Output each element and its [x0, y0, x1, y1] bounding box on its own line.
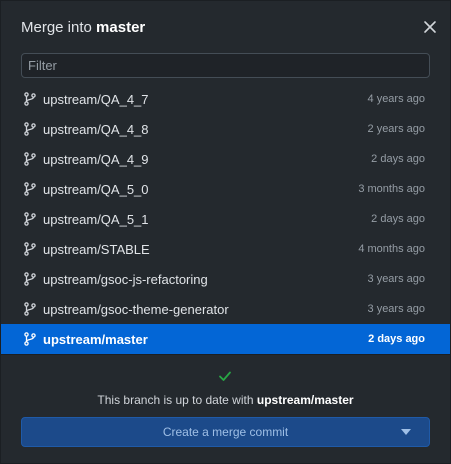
target-branch: master [96, 19, 146, 36]
branch-name: upstream/QA_4_9 [43, 152, 149, 167]
filter-input[interactable] [21, 53, 430, 78]
branch-age: 2 days ago [371, 153, 425, 165]
branch-name: upstream/QA_4_7 [43, 92, 149, 107]
branch-age: 3 months ago [358, 183, 425, 195]
git-branch-icon [23, 302, 37, 316]
branch-age: 2 days ago [371, 213, 425, 225]
status-text: This branch is up to date with upstream/… [1, 393, 450, 407]
git-branch-icon [23, 332, 37, 346]
status-branch: upstream/master [256, 393, 354, 407]
branch-row[interactable]: upstream/gsoc-theme-generator 3 years ago [1, 294, 450, 324]
dialog-header: Merge into master [1, 1, 450, 53]
branch-age: 3 years ago [367, 303, 425, 315]
title-prefix: Merge into [21, 19, 92, 36]
branch-name: upstream/QA_5_1 [43, 212, 149, 227]
merge-dialog: Merge into master upstream/QA_4_7 4 years… [0, 0, 451, 464]
branch-name: upstream/gsoc-theme-generator [43, 302, 229, 317]
git-branch-icon [23, 242, 37, 256]
branch-age: 4 years ago [367, 93, 425, 105]
branch-age: 3 years ago [367, 273, 425, 285]
branch-name: upstream/gsoc-js-refactoring [43, 272, 208, 287]
branch-row[interactable]: upstream/QA_4_9 2 days ago [1, 144, 450, 174]
branch-row[interactable]: upstream/STABLE 4 months ago [1, 234, 450, 264]
git-branch-icon [23, 152, 37, 166]
create-merge-commit-button[interactable]: Create a merge commit [21, 417, 430, 447]
branch-age: 4 months ago [358, 243, 425, 255]
branch-name: upstream/STABLE [43, 242, 150, 257]
dialog-title: Merge into master [21, 19, 145, 36]
branch-row[interactable]: upstream/master 2 days ago [1, 324, 450, 354]
branch-age: 2 years ago [367, 123, 425, 135]
git-branch-icon [23, 272, 37, 286]
branch-age: 2 days ago [368, 333, 425, 345]
branch-list: upstream/QA_4_7 4 years ago upstream/QA_4_… [1, 84, 450, 354]
git-branch-icon [23, 182, 37, 196]
git-branch-icon [23, 122, 37, 136]
caret-down-icon[interactable] [401, 429, 411, 435]
close-icon[interactable] [422, 19, 438, 35]
git-branch-icon [23, 212, 37, 226]
branch-row[interactable]: upstream/QA_5_0 3 months ago [1, 174, 450, 204]
branch-row[interactable]: upstream/gsoc-js-refactoring 3 years ago [1, 264, 450, 294]
branch-row[interactable]: upstream/QA_4_7 4 years ago [1, 84, 450, 114]
merge-button-label: Create a merge commit [162, 425, 289, 439]
status-prefix: This branch is up to date with [97, 393, 254, 407]
branch-name: upstream/master [43, 332, 148, 347]
branch-name: upstream/QA_5_0 [43, 182, 149, 197]
branch-row[interactable]: upstream/QA_5_1 2 days ago [1, 204, 450, 234]
check-icon [219, 371, 231, 381]
merge-status: This branch is up to date with upstream/… [1, 354, 450, 414]
git-branch-icon [23, 92, 37, 106]
branch-name: upstream/QA_4_8 [43, 122, 149, 137]
branch-row[interactable]: upstream/QA_4_8 2 years ago [1, 114, 450, 144]
